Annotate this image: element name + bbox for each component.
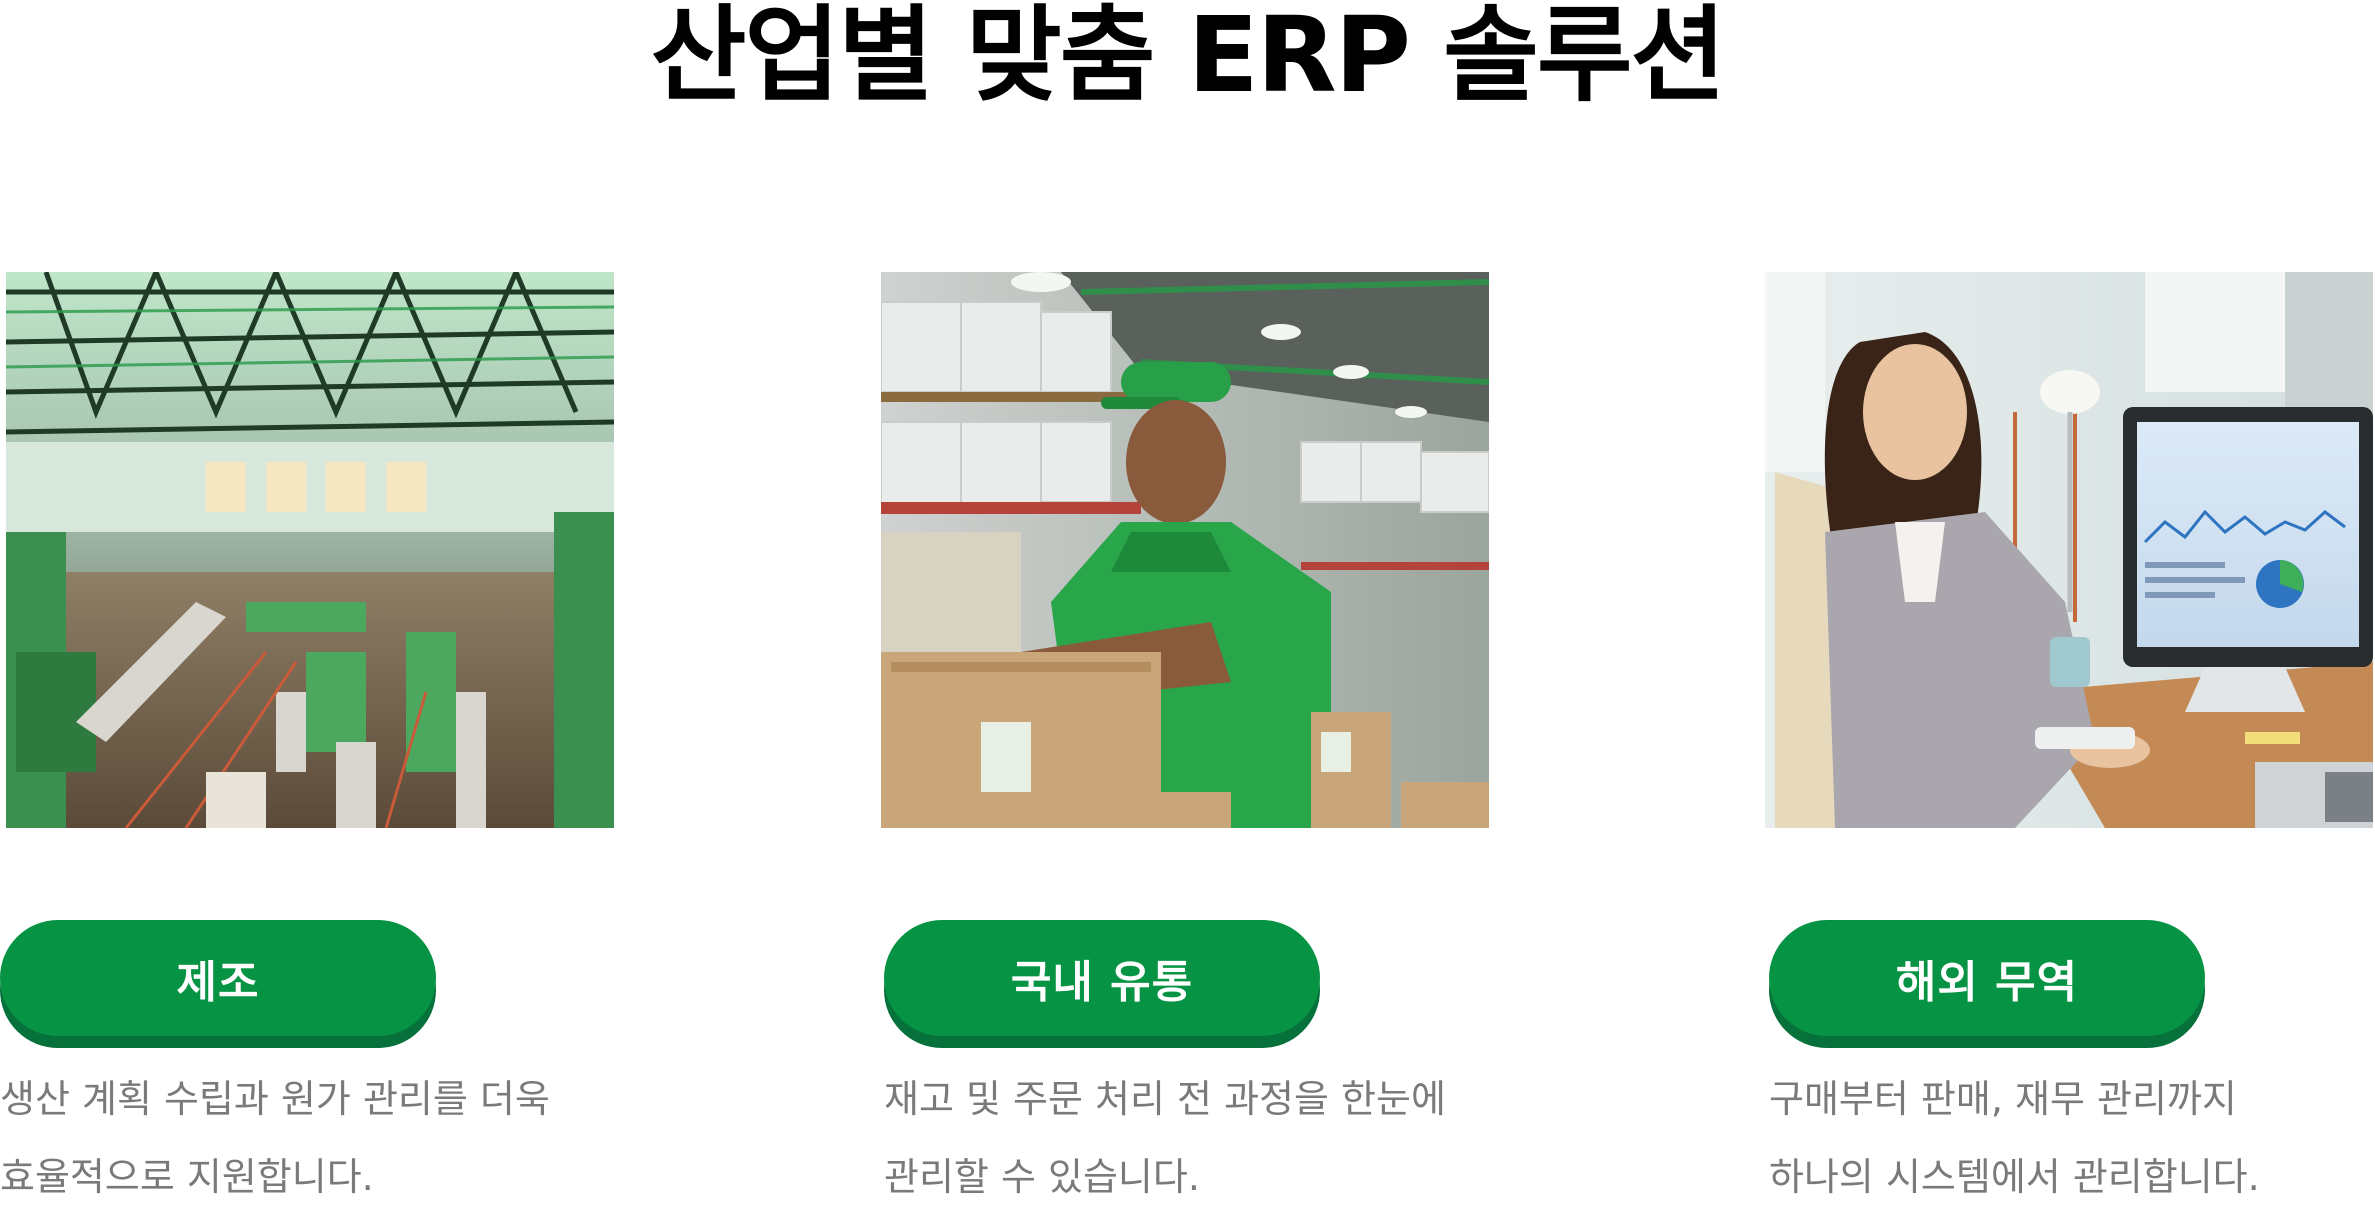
description-line: 하나의 시스템에서 관리합니다.: [1769, 1155, 2260, 1199]
category-button-domestic-distribution[interactable]: 국내 유통: [884, 920, 1320, 1036]
category-button-manufacturing[interactable]: 제조: [0, 920, 436, 1036]
industry-card-domestic-distribution: 국내 유통 재고 및 주문 처리 전 과정을 한눈에 관리할 수 있습니다.: [881, 272, 1501, 1199]
description-line: 효율적으로 지원합니다.: [0, 1155, 374, 1199]
card-description: 생산 계획 수립과 원가 관리를 더욱 효율적으로 지원합니다.: [0, 1060, 640, 1216]
industry-card-international-trade: 해외 무역 구매부터 판매, 재무 관리까지 하나의 시스템에서 관리합니다.: [1765, 272, 2375, 1199]
description-line: 재고 및 주문 처리 전 과정을 한눈에: [884, 1077, 1446, 1121]
description-line: 생산 계획 수립과 원가 관리를 더욱: [0, 1077, 550, 1121]
description-line: 관리할 수 있습니다.: [884, 1155, 1200, 1199]
card-description: 재고 및 주문 처리 전 과정을 한눈에 관리할 수 있습니다.: [884, 1060, 1524, 1216]
industry-card-manufacturing: 제조 생산 계획 수립과 원가 관리를 더욱 효율적으로 지원합니다.: [0, 272, 626, 1199]
factory-floor-photo: [6, 272, 614, 828]
warehouse-worker-photo: [881, 272, 1489, 828]
description-line: 구매부터 판매, 재무 관리까지: [1769, 1077, 2237, 1121]
category-button-international-trade[interactable]: 해외 무역: [1769, 920, 2205, 1036]
card-description: 구매부터 판매, 재무 관리까지 하나의 시스템에서 관리합니다.: [1769, 1060, 2375, 1216]
page-title: 산업별 맞춤 ERP 솔루션: [650, 0, 1726, 116]
office-worker-photo: [1765, 272, 2373, 828]
